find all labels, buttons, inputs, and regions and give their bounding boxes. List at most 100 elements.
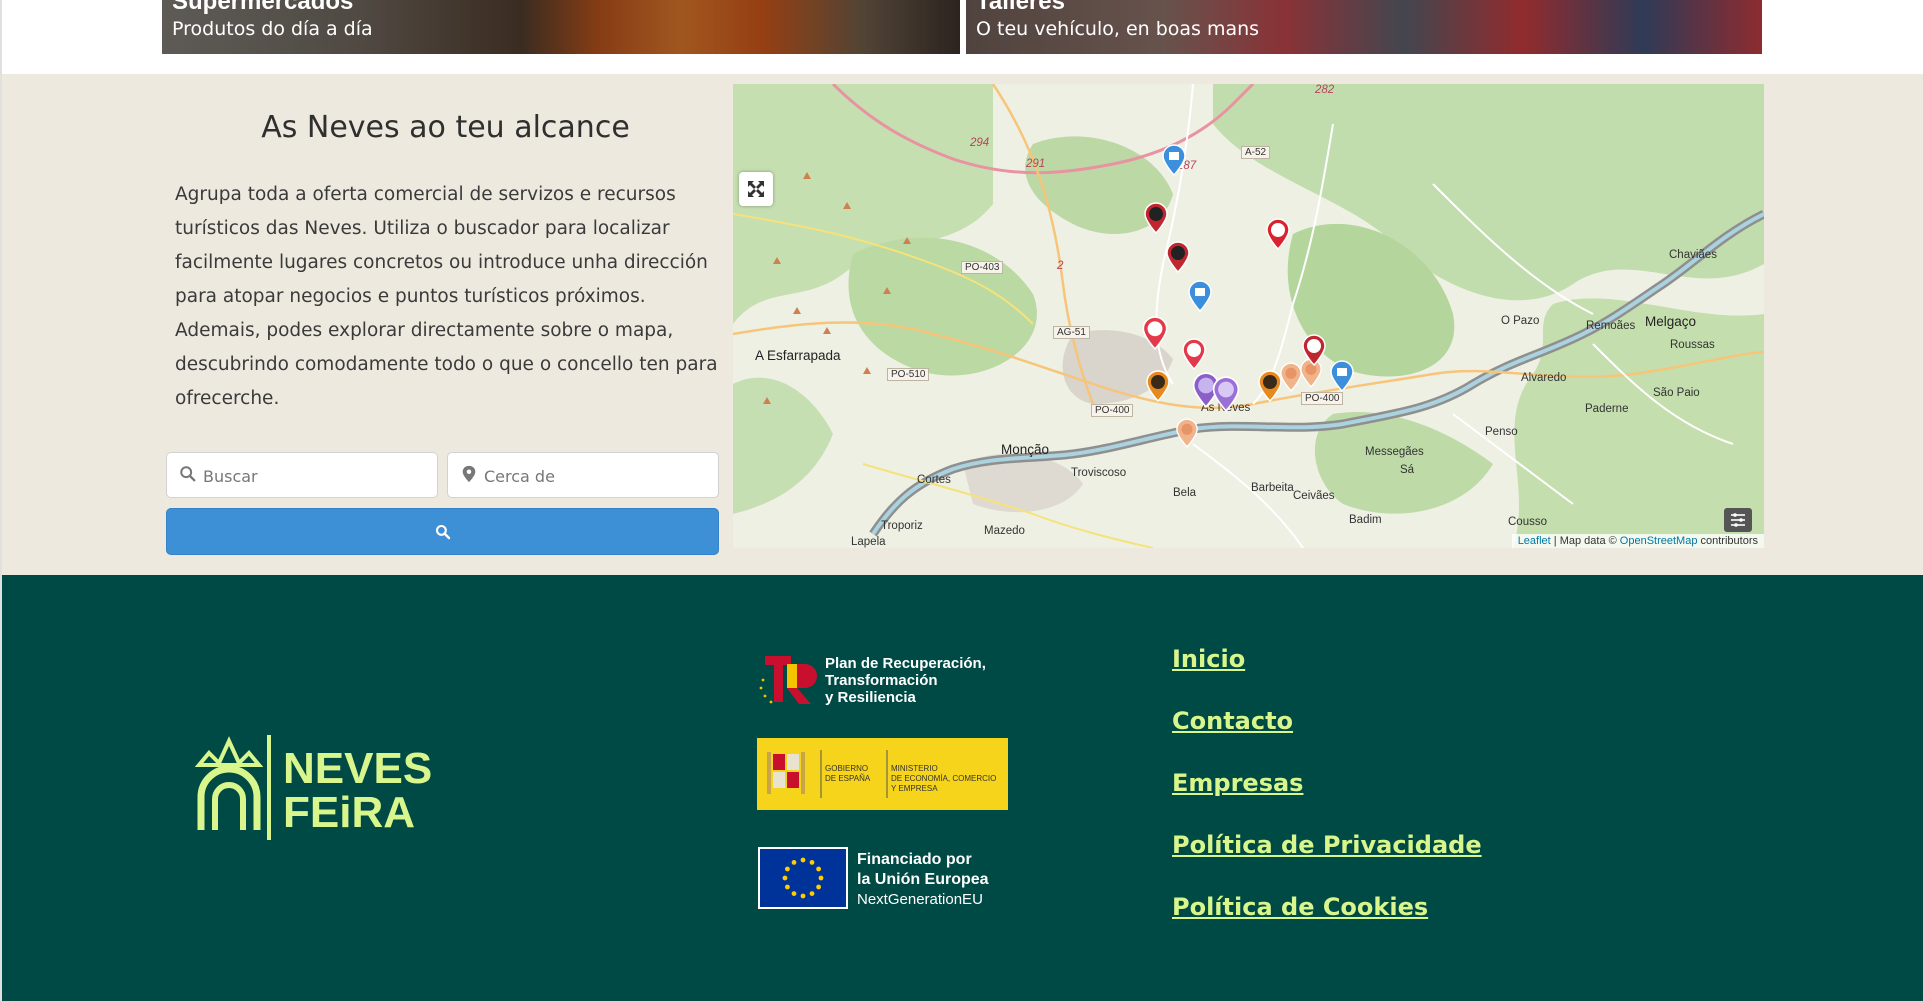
service-marker-icon[interactable] (1301, 334, 1327, 366)
plan-text: Transformación (825, 672, 938, 689)
road-number: 2 (1057, 260, 1064, 272)
card-subtitle: O teu vehículo, en boas mans (976, 18, 1260, 40)
eu-text: la Unión Europea (857, 871, 989, 888)
card-title: Supermercados (172, 0, 354, 15)
openstreetmap-link[interactable]: OpenStreetMap (1620, 535, 1698, 547)
map-place-label: Cousso (1508, 516, 1547, 528)
gov-text: DE ESPAÑA (825, 774, 871, 783)
map-place-label: Lapela (851, 536, 886, 548)
section-description: Agrupa toda a oferta comercial de serviz… (175, 184, 718, 409)
footer: NEVES FEiRA Plan de Recuperación, Transf… (2, 575, 1923, 1001)
recovery-plan-icon: Plan de Recuperación, Transformación y R… (759, 655, 986, 706)
road-number: 282 (1315, 84, 1335, 96)
attribution-text: | Map data © (1553, 535, 1617, 547)
shop-marker-icon[interactable] (1187, 280, 1213, 312)
category-card-talleres[interactable]: Talleres O teu vehículo, en boas mans (966, 0, 1762, 54)
map-place-label: Chaviães (1669, 249, 1717, 261)
expand-icon (748, 181, 764, 197)
map-place-label: Sá (1400, 464, 1415, 476)
category-cards: Supermercados Produtos do día a día Tall… (162, 0, 1762, 54)
search-button[interactable] (166, 508, 719, 555)
road-badge: AG-51 (1053, 326, 1090, 339)
eu-text: Financiado por (857, 851, 972, 868)
layers-button[interactable] (1724, 508, 1752, 532)
map-place-label: Barbeita (1251, 482, 1294, 494)
road-number: 294 (970, 137, 990, 149)
neves-feira-logo[interactable]: NEVES FEiRA (191, 735, 441, 849)
footer-link-empresas[interactable]: Empresas (1172, 769, 1303, 797)
car-marker-icon[interactable] (1141, 316, 1169, 350)
location-pin-icon (462, 465, 476, 483)
heritage-marker-icon[interactable] (1175, 418, 1199, 448)
map-place-label: Alvaredo (1521, 372, 1567, 384)
near-input[interactable] (482, 453, 712, 499)
road-badge: PO-510 (887, 368, 930, 381)
search-icon (435, 524, 451, 540)
road-number: 291 (1026, 158, 1046, 170)
search-icon (180, 466, 196, 482)
map-place-label: Melgaço (1645, 314, 1697, 329)
map-section: As Neves ao teu alcance Agrupa toda a of… (2, 74, 1923, 575)
road-badge: PO-400 (1301, 392, 1344, 405)
spain-coat-of-arms-icon: GOBIERNO DE ESPAÑA MINISTERIO DE ECONOMÍ… (757, 738, 1008, 810)
service-marker-icon[interactable] (1265, 218, 1291, 250)
eu-funding-logo: Financiado por la Unión Europea NextGene… (757, 846, 1012, 916)
map-place-label: Bela (1173, 487, 1197, 499)
map[interactable]: A Esfarrapada Monção Cortes Troviscoso T… (733, 84, 1764, 548)
logo-text: NEVES (283, 744, 432, 793)
ministry-text: MINISTERIO (891, 764, 938, 773)
tourism-marker-icon[interactable] (1211, 376, 1241, 412)
map-place-label: Mazedo (984, 525, 1025, 537)
map-place-label: Monção (1001, 442, 1050, 457)
tools-marker-icon[interactable] (1145, 370, 1171, 402)
map-place-label: Badim (1349, 514, 1382, 526)
ministry-text: Y EMPRESA (891, 784, 938, 793)
logo-emblem-icon: NEVES FEiRA (194, 735, 432, 840)
map-place-label: Penso (1485, 426, 1518, 438)
card-title: Talleres (976, 0, 1065, 15)
shop-marker-icon[interactable] (1329, 360, 1355, 392)
map-place-label: São Paio (1653, 387, 1700, 399)
footer-link-contacto[interactable]: Contacto (1172, 707, 1293, 735)
footer-link-inicio[interactable]: Inicio (1172, 645, 1245, 673)
layers-icon (1731, 513, 1745, 527)
road-badge: PO-400 (1091, 404, 1134, 417)
map-place-label: Cortes (917, 474, 951, 486)
map-place-label: Troporiz (881, 520, 923, 532)
map-place-label: Troviscoso (1071, 467, 1127, 479)
plan-text: Plan de Recuperación, (825, 655, 986, 672)
car-marker-icon[interactable] (1181, 338, 1207, 370)
map-place-label: A Esfarrapada (755, 348, 841, 363)
eu-text: NextGenerationEU (857, 891, 983, 908)
footer-link-cookies[interactable]: Política de Cookies (1172, 893, 1428, 921)
ministry-text: DE ECONOMÍA, COMERCIO (891, 774, 996, 783)
shop-marker-icon[interactable] (1161, 144, 1187, 176)
map-place-label: Remoães (1586, 320, 1636, 332)
category-card-supermercados[interactable]: Supermercados Produtos do día a día (162, 0, 960, 54)
footer-link-privacidade[interactable]: Política de Privacidade (1172, 831, 1482, 859)
map-attribution: Leaflet | Map data © OpenStreetMap contr… (1511, 534, 1764, 548)
attribution-text: contributors (1700, 535, 1758, 547)
map-place-label: Paderne (1585, 403, 1629, 415)
search-field (166, 452, 438, 499)
map-place-label: O Pazo (1501, 315, 1540, 327)
map-place-label: Messegães (1365, 446, 1424, 458)
fullscreen-button[interactable] (739, 172, 773, 206)
map-place-label: Roussas (1670, 339, 1715, 351)
near-field (447, 452, 719, 499)
gov-text: GOBIERNO (825, 764, 868, 773)
spanish-government-logo: GOBIERNO DE ESPAÑA MINISTERIO DE ECONOMÍ… (757, 738, 1008, 814)
card-subtitle: Produtos do día a día (172, 18, 373, 40)
page: Supermercados Produtos do día a día Tall… (0, 0, 1923, 1001)
eu-flag-icon: Financiado por la Unión Europea NextGene… (758, 847, 989, 909)
recovery-plan-logo: Plan de Recuperación, Transformación y R… (757, 650, 1012, 714)
road-badge: A-52 (1241, 146, 1271, 159)
section-title: As Neves ao teu alcance (261, 110, 630, 145)
logo-text: FEiRA (283, 788, 415, 837)
search-input[interactable] (201, 453, 431, 499)
garage-marker-icon[interactable] (1165, 241, 1191, 273)
leaflet-link[interactable]: Leaflet (1518, 535, 1551, 547)
map-place-label: Ceivães (1293, 490, 1335, 502)
road-badge: PO-403 (961, 261, 1004, 274)
garage-marker-icon[interactable] (1143, 202, 1169, 234)
